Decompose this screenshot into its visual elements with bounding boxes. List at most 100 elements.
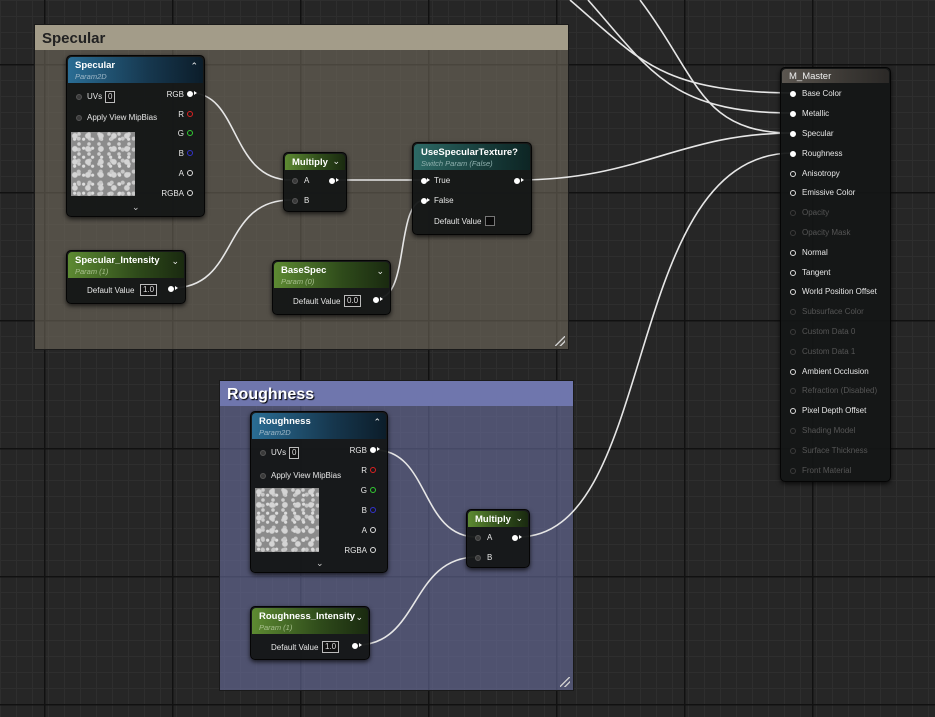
- input-label-front-material: Front Material: [802, 466, 852, 475]
- input-label-specular: Specular: [802, 129, 834, 138]
- node-header[interactable]: Specular Param2D ⌃: [68, 57, 203, 83]
- input-label-b: B: [304, 196, 310, 205]
- output-pin[interactable]: [329, 178, 335, 184]
- default-value-checkbox[interactable]: [485, 216, 495, 226]
- input-label-shading-model: Shading Model: [802, 426, 856, 435]
- expand-chevron-icon[interactable]: ⌄: [316, 558, 324, 569]
- pin-arrow-icon: [380, 297, 383, 301]
- node-roughness-intensity[interactable]: Roughness_Intensity Param (1) ⌄ Default …: [250, 606, 370, 660]
- uvs-label: UVs: [271, 448, 287, 457]
- collapse-chevron-icon[interactable]: ⌃: [373, 417, 381, 428]
- input-pin-tangent[interactable]: [790, 270, 796, 276]
- default-value-input[interactable]: 1.0: [322, 641, 340, 653]
- default-value-label: Default Value: [293, 297, 341, 306]
- input-pin-roughness[interactable]: [790, 151, 796, 157]
- output-label-rgb: RGB: [349, 446, 367, 455]
- output-pin[interactable]: [514, 178, 520, 184]
- node-basespec[interactable]: BaseSpec Param (0) ⌄ Default Value 0.0: [272, 260, 391, 315]
- input-pin-pixel-depth-offset[interactable]: [790, 408, 796, 414]
- uvs-pin[interactable]: [76, 94, 82, 100]
- input-pin-a[interactable]: [292, 178, 298, 184]
- default-value-input[interactable]: 0.0: [344, 295, 362, 307]
- input-pin-front-material: [790, 468, 796, 474]
- wire-base-color: [569, 0, 794, 94]
- output-label-g: G: [360, 486, 367, 495]
- input-pin-b[interactable]: [475, 555, 481, 561]
- output-pin-rgb[interactable]: [187, 91, 193, 97]
- input-pin-a[interactable]: [475, 535, 481, 541]
- node-header[interactable]: BaseSpec Param (0) ⌄: [274, 262, 389, 288]
- apply-mip-label: Apply View MipBias: [87, 113, 158, 122]
- output-label-b: B: [178, 149, 184, 158]
- node-title: Roughness: [259, 416, 311, 427]
- uvs-pin[interactable]: [260, 450, 266, 456]
- uvs-value[interactable]: 0: [289, 447, 300, 459]
- node-header[interactable]: M_Master: [782, 69, 889, 83]
- collapse-chevron-icon[interactable]: ⌄: [332, 156, 340, 167]
- input-pin-anisotropy[interactable]: [790, 171, 796, 177]
- node-use-specular-texture-switch[interactable]: UseSpecularTexture? Switch Param (False)…: [412, 142, 532, 235]
- input-label-refraction: Refraction (Disabled): [802, 386, 878, 395]
- expand-chevron-icon[interactable]: ⌄: [132, 202, 140, 213]
- node-header[interactable]: Multiply ⌄: [468, 511, 528, 527]
- output-pin-a[interactable]: [187, 170, 193, 176]
- collapse-chevron-icon[interactable]: ⌄: [515, 513, 523, 524]
- input-label-world-position-offset: World Position Offset: [802, 287, 877, 296]
- input-pin-ambient-occlusion[interactable]: [790, 369, 796, 375]
- input-pin-world-position-offset[interactable]: [790, 289, 796, 295]
- input-pin-refraction: [790, 388, 796, 394]
- node-specular-intensity[interactable]: Specular_Intensity Param (1) ⌄ Default V…: [66, 250, 186, 304]
- input-pin-base-color[interactable]: [790, 91, 796, 97]
- input-label-roughness: Roughness: [802, 149, 843, 158]
- node-roughness-texture[interactable]: Roughness Param2D ⌃ UVs 0 Apply View Mip…: [250, 411, 388, 573]
- collapse-chevron-icon[interactable]: ⌄: [355, 612, 363, 623]
- input-pin-normal[interactable]: [790, 250, 796, 256]
- output-label-rgb: RGB: [166, 90, 184, 99]
- output-label-a: A: [178, 169, 184, 178]
- output-pin-r[interactable]: [370, 467, 376, 473]
- output-label-b: B: [361, 506, 367, 515]
- input-label-a: A: [487, 533, 493, 542]
- node-specular-texture[interactable]: Specular Param2D ⌃ UVs 0 Apply View MipB…: [66, 55, 205, 217]
- output-pin[interactable]: [168, 286, 174, 292]
- input-label-subsurface-color: Subsurface Color: [802, 307, 864, 316]
- node-header[interactable]: UseSpecularTexture? Switch Param (False): [414, 144, 530, 170]
- default-value-label: Default Value: [87, 286, 135, 295]
- output-pin-b[interactable]: [187, 150, 193, 156]
- node-title: UseSpecularTexture?: [421, 147, 518, 158]
- input-label-a: A: [304, 176, 310, 185]
- input-pin-emissive-color[interactable]: [790, 190, 796, 196]
- input-pin-b[interactable]: [292, 198, 298, 204]
- output-pin-r[interactable]: [187, 111, 193, 117]
- output-pin-g[interactable]: [370, 487, 376, 493]
- node-header[interactable]: Roughness_Intensity Param (1) ⌄: [252, 608, 368, 634]
- collapse-chevron-icon[interactable]: ⌄: [171, 256, 179, 267]
- apply-mip-pin[interactable]: [260, 473, 266, 479]
- texture-preview: [255, 488, 319, 552]
- default-value-input[interactable]: 1.0: [140, 284, 158, 296]
- collapse-chevron-icon[interactable]: ⌃: [190, 61, 198, 72]
- output-pin-a[interactable]: [370, 527, 376, 533]
- output-pin[interactable]: [373, 297, 379, 303]
- pin-arrow-icon: [521, 178, 524, 182]
- node-header[interactable]: Multiply ⌄: [285, 154, 345, 170]
- node-header[interactable]: Specular_Intensity Param (1) ⌄: [68, 252, 184, 278]
- node-title: M_Master: [789, 71, 832, 82]
- output-pin[interactable]: [352, 643, 358, 649]
- apply-mip-pin[interactable]: [76, 115, 82, 121]
- node-subtitle: Param (1): [75, 267, 109, 276]
- output-pin-g[interactable]: [187, 130, 193, 136]
- node-multiply-specular[interactable]: Multiply ⌄ A B: [283, 152, 347, 212]
- node-material-result[interactable]: M_Master Base Color Metallic Specular Ro…: [780, 67, 891, 482]
- uvs-value[interactable]: 0: [105, 91, 116, 103]
- collapse-chevron-icon[interactable]: ⌄: [376, 266, 384, 277]
- output-pin-rgba[interactable]: [187, 190, 193, 196]
- node-multiply-roughness[interactable]: Multiply ⌄ A B: [466, 509, 530, 568]
- output-pin[interactable]: [512, 535, 518, 541]
- input-pin-specular[interactable]: [790, 131, 796, 137]
- input-pin-metallic[interactable]: [790, 111, 796, 117]
- output-pin-rgba[interactable]: [370, 547, 376, 553]
- output-pin-b[interactable]: [370, 507, 376, 513]
- output-pin-rgb[interactable]: [370, 447, 376, 453]
- node-header[interactable]: Roughness Param2D ⌃: [252, 413, 386, 439]
